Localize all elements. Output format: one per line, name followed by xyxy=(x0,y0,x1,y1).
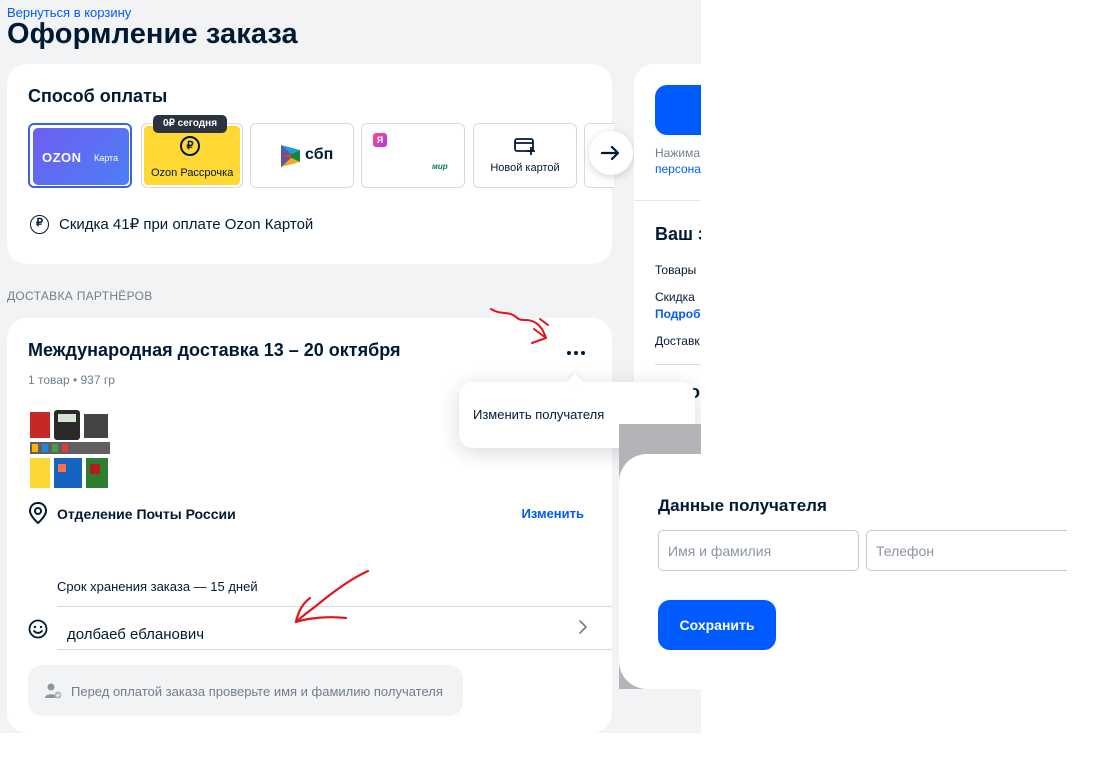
personal-data-link[interactable]: персона xyxy=(655,162,701,176)
storage-period-text: Срок хранения заказа — 15 дней xyxy=(57,579,258,594)
sbp-logo-icon xyxy=(281,145,300,167)
summary-row-goods: Товары xyxy=(655,263,697,277)
installment-logo: ₽ Ozon Рассрочка xyxy=(144,126,240,185)
discount-text: Скидка 41₽ при оплате Ozon Картой xyxy=(59,216,314,233)
recipient-phone-input[interactable] xyxy=(866,530,1067,571)
divider xyxy=(634,200,701,201)
checkout-page: Вернуться в корзину Оформление заказа Сп… xyxy=(0,0,701,733)
more-dots-icon[interactable] xyxy=(563,345,589,361)
recipient-name-input[interactable] xyxy=(658,530,859,571)
delivery-title: Международная доставка 13 – 20 октября xyxy=(28,340,401,360)
change-pickup-link[interactable]: Изменить xyxy=(521,506,584,521)
summary-row-delivery: Доставк xyxy=(655,334,700,348)
location-pin-icon xyxy=(28,502,48,524)
user-check-icon xyxy=(45,683,62,699)
recipient-name: долбаеб ебланович xyxy=(67,626,205,643)
installment-label: Ozon Рассрочка xyxy=(151,167,234,179)
product-thumbnail[interactable] xyxy=(28,408,111,491)
divider xyxy=(57,649,612,650)
arrow-right-icon xyxy=(601,145,620,161)
ozon-card-discount: ₽ Скидка 41₽ при оплате Ozon Картой xyxy=(30,214,313,234)
divider xyxy=(655,364,701,365)
pay-option-sbp[interactable]: сбп xyxy=(250,123,354,188)
new-card-label: Новой картой xyxy=(490,162,560,174)
pay-option-new-card[interactable]: Новой картой xyxy=(473,123,577,188)
ruble-coin-icon: ₽ xyxy=(180,136,200,156)
order-summary-heading: Ваш з xyxy=(655,224,701,244)
recipient-row[interactable]: долбаеб ебланович xyxy=(7,607,612,649)
mir-logo: мир xyxy=(432,162,448,171)
payment-scroll-right-button[interactable] xyxy=(589,131,633,175)
ozon-brand-text: OZON xyxy=(42,150,82,165)
modal-title: Данные получателя xyxy=(658,496,827,515)
pickup-point-label: Отделение Почты России xyxy=(57,506,236,522)
ruble-coin-icon: ₽ xyxy=(30,214,49,234)
smile-icon xyxy=(28,619,48,639)
yandex-icon: Я xyxy=(373,133,387,147)
partner-delivery-section-label: ДОСТАВКА ПАРТНЁРОВ xyxy=(7,289,153,303)
payment-method-card: Способ оплаты OZON Карта ₽ Ozon Рассрочк… xyxy=(7,64,614,264)
recipient-data-modal: Данные получателя Сохранить xyxy=(619,454,1106,689)
chevron-right-icon xyxy=(579,620,587,634)
add-card-icon xyxy=(514,138,535,155)
summary-row-discount: Скидка xyxy=(655,290,695,304)
details-link[interactable]: Подроб xyxy=(655,307,701,321)
pay-option-ozon-card[interactable]: OZON Карта xyxy=(28,123,132,188)
pickup-point-row: Отделение Почты России Изменить xyxy=(28,502,588,524)
delivery-meta: 1 товар • 937 гр xyxy=(28,373,115,387)
page-title: Оформление заказа xyxy=(7,18,298,50)
sbp-label: сбп xyxy=(305,146,334,163)
save-button[interactable]: Сохранить xyxy=(658,600,776,650)
place-order-button[interactable] xyxy=(655,85,701,135)
warning-text: Перед оплатой заказа проверьте имя и фам… xyxy=(71,684,443,699)
installment-badge: 0₽ сегодня xyxy=(153,115,227,133)
pay-option-yandex-mir[interactable]: Я мир xyxy=(361,123,465,188)
terms-note: Нажима xyxy=(655,146,700,160)
change-recipient-menu-item[interactable]: Изменить получателя xyxy=(473,407,604,422)
delivery-card: Международная доставка 13 – 20 октября 1… xyxy=(7,318,612,733)
recipient-warning: Перед оплатой заказа проверьте имя и фам… xyxy=(28,665,463,716)
payment-method-title: Способ оплаты xyxy=(28,86,168,106)
ozon-card-logo: OZON Карта xyxy=(33,128,129,185)
ozon-card-sub: Карта xyxy=(94,153,119,163)
